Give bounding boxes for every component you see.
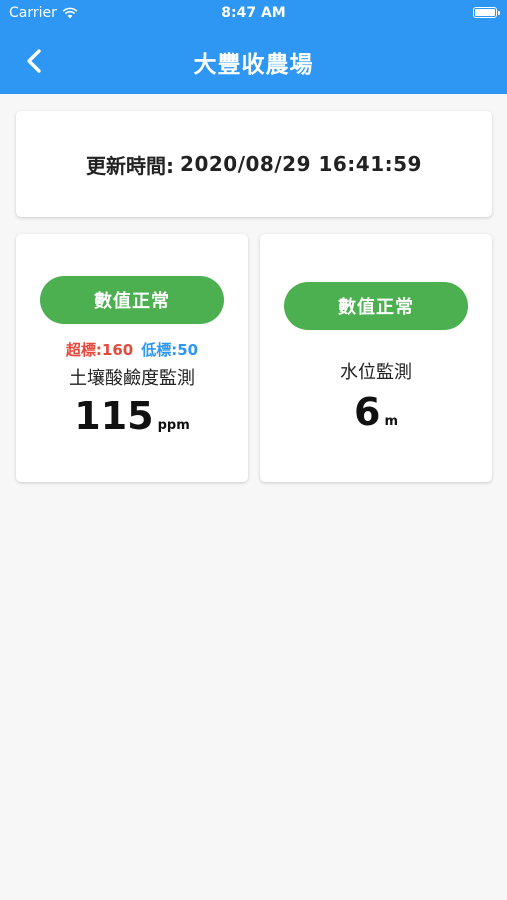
status-bar: Carrier 8:47 AM [0, 0, 507, 28]
threshold-low: 低標:50 [141, 341, 199, 359]
update-time-card: 更新時間: 2020/08/29 16:41:59 [16, 111, 492, 217]
threshold-row: 超標:160 低標:50 [16, 339, 248, 360]
page-title: 大豐收農場 [193, 52, 314, 78]
threshold-high: 超標:160 [65, 341, 134, 359]
app-screen: Carrier 8:47 AM 大豐收農場 更新時間: 2020/08/29 1… [0, 0, 507, 900]
update-time-label: 更新時間: [86, 153, 175, 178]
sensor-reading: 6m [260, 390, 492, 434]
sensor-name: 土壤酸鹼度監測 [69, 368, 195, 389]
reading-unit: m [384, 414, 398, 429]
status-badge[interactable]: 數值正常 [40, 276, 224, 324]
reading-value: 115 [74, 394, 154, 438]
update-time-value: 2020/08/29 16:41:59 [180, 152, 422, 176]
nav-bar: 大豐收農場 [0, 28, 507, 94]
sensor-name: 水位監測 [340, 362, 412, 383]
sensor-reading: 115 ppm [16, 394, 248, 438]
battery-icon [473, 7, 500, 18]
status-time: 8:47 AM [221, 5, 286, 21]
soil-ph-card[interactable]: 數值正常 超標:160 低標:50 土壤酸鹼度監測 115 ppm [16, 234, 248, 482]
reading-unit: ppm [157, 418, 190, 433]
status-badge[interactable]: 數值正常 [284, 282, 468, 330]
water-level-card[interactable]: 數值正常 水位監測 6m [260, 234, 492, 482]
reading-value: 6 [354, 390, 381, 434]
header: Carrier 8:47 AM 大豐收農場 [0, 0, 507, 94]
